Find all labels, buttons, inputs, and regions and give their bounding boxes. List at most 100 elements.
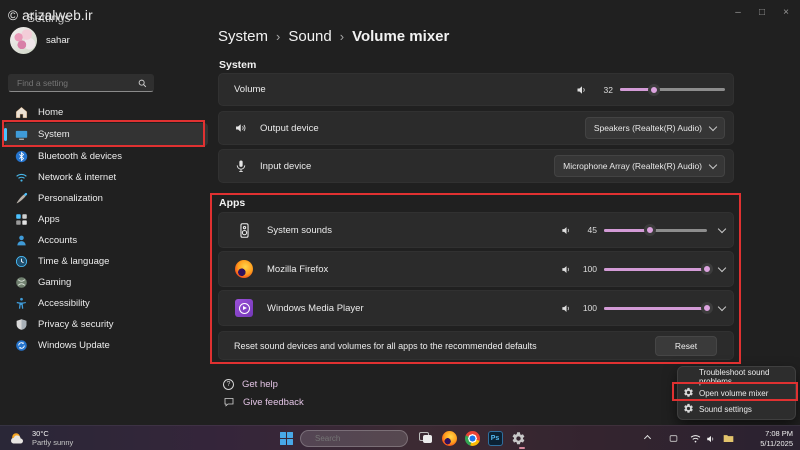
tray-status-icon[interactable] xyxy=(669,434,678,443)
sidebar-item-label: Accessibility xyxy=(38,298,90,309)
person-icon xyxy=(14,234,28,248)
speaker-icon[interactable] xyxy=(576,84,588,96)
output-device-dropdown[interactable]: Speakers (Realtek(R) Audio) xyxy=(584,117,725,139)
home-icon xyxy=(14,106,28,120)
taskbar-search[interactable] xyxy=(300,430,427,447)
weather-widget[interactable]: 30°C Partly sunny xyxy=(9,429,73,447)
main-content: System › Sound › Volume mixer System Vol… xyxy=(218,0,734,425)
reset-button[interactable]: Reset xyxy=(655,335,717,356)
firefox-taskbar-button[interactable] xyxy=(441,430,457,446)
maximize-button[interactable]: □ xyxy=(750,5,774,21)
sidebar-item-label: Privacy & security xyxy=(38,319,114,330)
app-volume-slider[interactable] xyxy=(604,263,713,275)
hidden-icons-button[interactable] xyxy=(643,426,657,450)
menu-item-open-volume-mixer[interactable]: Open volume mixer xyxy=(678,385,795,401)
window-controls: – □ × xyxy=(726,5,798,21)
shield-icon xyxy=(14,318,28,332)
chevron-down-icon[interactable] xyxy=(717,263,727,272)
sidebar-item-label: Bluetooth & devices xyxy=(38,151,122,162)
speaker-icon[interactable] xyxy=(561,303,572,314)
minimize-button[interactable]: – xyxy=(726,5,750,21)
search-input[interactable] xyxy=(9,78,138,88)
sidebar-item-label: Accounts xyxy=(38,235,78,246)
settings-window: Settings © arizalweb.ir – □ × sahar Home… xyxy=(0,0,800,450)
task-view-button[interactable] xyxy=(417,430,433,446)
menu-item-sound-settings[interactable]: Sound settings xyxy=(678,401,795,417)
sidebar-item-personalization[interactable]: Personalization xyxy=(4,188,208,209)
chevron-down-icon xyxy=(708,122,718,131)
slider-thumb[interactable] xyxy=(701,263,713,275)
gear-icon xyxy=(684,387,693,397)
speaker-icon[interactable] xyxy=(706,434,716,444)
sidebar-item-accounts[interactable]: Accounts xyxy=(4,230,208,251)
speaker-icon[interactable] xyxy=(561,225,572,236)
menu-item-troubleshoot[interactable]: Troubleshoot sound problems xyxy=(678,368,795,386)
sidebar-item-label: Gaming xyxy=(38,277,72,288)
photoshop-taskbar-button[interactable]: Ps xyxy=(487,430,503,446)
input-device-label: Input device xyxy=(260,160,312,172)
taskbar: 30°C Partly sunny Ps 7:08 PM xyxy=(0,425,800,450)
sidebar-item-time-language[interactable]: Time & language xyxy=(4,251,208,272)
firefox-icon xyxy=(441,430,457,446)
sidebar-item-accessibility[interactable]: Accessibility xyxy=(4,293,208,314)
find-setting-searchbox[interactable] xyxy=(8,74,154,92)
app-volume-slider[interactable] xyxy=(604,302,713,314)
apps-grid-icon xyxy=(14,213,28,227)
start-button[interactable] xyxy=(280,432,293,445)
menu-item-label: Sound settings xyxy=(699,404,752,414)
taskbar-clock[interactable]: 7:08 PM 5/11/2025 xyxy=(760,429,793,448)
firefox-icon xyxy=(234,259,254,279)
give-feedback-link[interactable]: Give feedback xyxy=(223,396,304,408)
settings-taskbar-button[interactable] xyxy=(510,430,526,446)
slider-thumb[interactable] xyxy=(701,302,713,314)
xbox-icon xyxy=(14,276,28,290)
sidebar-item-windows-update[interactable]: Windows Update xyxy=(4,335,208,356)
input-device-dropdown[interactable]: Microphone Array (Realtek(R) Audio) xyxy=(554,155,725,177)
sidebar-item-privacy-security[interactable]: Privacy & security xyxy=(4,314,208,335)
app-volume-slider[interactable] xyxy=(604,224,707,236)
slider-thumb[interactable] xyxy=(647,83,660,96)
sidebar-item-bluetooth-devices[interactable]: Bluetooth & devices xyxy=(4,146,208,167)
taskbar-search-input[interactable] xyxy=(309,433,427,444)
chrome-icon xyxy=(464,430,480,446)
avatar xyxy=(10,27,37,54)
sidebar-item-network-internet[interactable]: Network & internet xyxy=(4,167,208,188)
sidebar-item-label: Network & internet xyxy=(38,172,117,183)
clock-time: 7:08 PM xyxy=(765,429,793,438)
active-app-indicator xyxy=(519,447,525,449)
system-sounds-icon xyxy=(234,220,254,240)
breadcrumb-sound[interactable]: Sound xyxy=(288,28,331,45)
speaker-icon[interactable] xyxy=(561,264,572,275)
user-profile[interactable]: sahar xyxy=(10,27,70,54)
close-button[interactable]: × xyxy=(774,5,798,21)
volume-value: 32 xyxy=(603,84,613,95)
chevron-up-icon xyxy=(643,434,652,443)
search-icon xyxy=(138,79,147,87)
sound-context-menu: Troubleshoot sound problems Open volume … xyxy=(677,366,796,420)
folder-icon[interactable] xyxy=(723,434,734,443)
wifi-icon[interactable] xyxy=(690,434,701,444)
volume-slider[interactable] xyxy=(620,83,725,96)
sidebar-item-label: Apps xyxy=(38,214,60,225)
sidebar-item-apps[interactable]: Apps xyxy=(4,209,208,230)
apps-section-label: Apps xyxy=(219,197,246,209)
chevron-down-icon[interactable] xyxy=(717,224,727,233)
page-title: Volume mixer xyxy=(352,28,450,45)
get-help-label: Get help xyxy=(242,379,278,390)
get-help-link[interactable]: ? Get help xyxy=(223,379,278,390)
sidebar-item-home[interactable]: Home xyxy=(4,102,208,123)
sidebar-item-label: System xyxy=(38,129,70,140)
chrome-taskbar-button[interactable] xyxy=(464,430,480,446)
sidebar-item-system[interactable]: System xyxy=(4,123,208,146)
slider-thumb[interactable] xyxy=(644,224,657,236)
breadcrumb: System › Sound › Volume mixer xyxy=(218,28,449,45)
system-icon xyxy=(14,128,28,142)
chevron-down-icon[interactable] xyxy=(717,302,727,311)
menu-item-label: Open volume mixer xyxy=(699,388,769,398)
breadcrumb-system[interactable]: System xyxy=(218,28,268,45)
microphone-icon xyxy=(236,160,246,172)
sidebar-nav: Home System Bluetooth & devices Network … xyxy=(4,102,208,356)
photoshop-icon: Ps xyxy=(487,430,503,446)
sidebar-item-gaming[interactable]: Gaming xyxy=(4,272,208,293)
app-name: Windows Media Player xyxy=(267,302,364,314)
